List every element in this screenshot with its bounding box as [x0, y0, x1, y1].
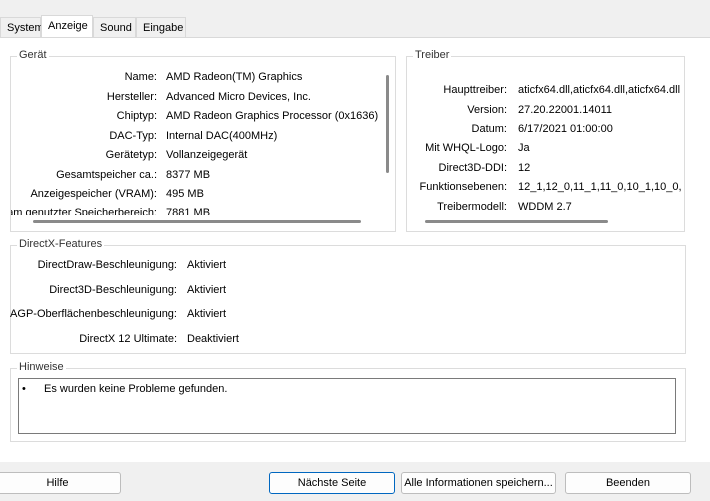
- notes-textbox[interactable]: • Es wurden keine Probleme gefunden.: [18, 378, 676, 434]
- driver-value: WDDM 2.7: [518, 201, 572, 213]
- device-row: Gesamtspeicher ca.: 8377 MB: [11, 166, 383, 184]
- directx-value: Aktiviert: [187, 308, 227, 320]
- device-label: Name:: [124, 71, 157, 83]
- driver-horizontal-scrollbar[interactable]: [425, 220, 608, 223]
- directx-value: Deaktiviert: [187, 333, 239, 345]
- device-value: 7881 MB: [166, 207, 211, 215]
- notes-item-text: Es wurden keine Probleme gefunden.: [44, 383, 228, 395]
- driver-label: Version:: [467, 104, 507, 116]
- device-label: DAC-Typ:: [109, 130, 157, 142]
- directx-value: Aktiviert: [187, 259, 227, 271]
- driver-label: Haupttreiber:: [443, 84, 507, 96]
- driver-list: Haupttreiber: aticfx64.dll,aticfx64.dll,…: [407, 63, 686, 221]
- device-value: Internal DAC(400MHz): [166, 130, 278, 142]
- device-label: Gemeinsam genutzter Speicherbereich:: [11, 207, 157, 215]
- device-value: 8377 MB: [166, 169, 211, 181]
- directx-label: DirectDraw-Beschleunigung:: [37, 259, 177, 271]
- directx-row: Direct3D-Beschleunigung: Aktiviert: [11, 281, 687, 299]
- device-row: Gerätetyp: Vollanzeigegerät: [11, 146, 383, 164]
- driver-value: 12: [518, 162, 531, 174]
- device-row: Gemeinsam genutzter Speicherbereich: 788…: [11, 204, 383, 215]
- device-label: Gerätetyp:: [105, 149, 157, 161]
- directx-features-group: DirectX-Features DirectDraw-Beschleunigu…: [10, 238, 687, 354]
- driver-value: 6/17/2021 01:00:00: [518, 123, 613, 135]
- exit-button[interactable]: Beenden: [565, 472, 691, 494]
- device-row: Chiptyp: AMD Radeon Graphics Processor (…: [11, 107, 383, 125]
- device-list: Name: AMD Radeon(TM) Graphics Hersteller…: [11, 63, 383, 215]
- device-row: DAC-Typ: Internal DAC(400MHz): [11, 127, 383, 145]
- device-horizontal-scrollbar[interactable]: [33, 220, 361, 223]
- help-button[interactable]: Hilfe: [0, 472, 121, 494]
- driver-row: Funktionsebenen: 12_1,12_0,11_1,11_0,10_…: [407, 178, 686, 196]
- driver-label: Treibermodell:: [437, 201, 507, 213]
- directx-value: Aktiviert: [187, 284, 227, 296]
- directx-label: AGP-Oberflächenbeschleunigung:: [10, 308, 177, 320]
- save-all-info-button[interactable]: Alle Informationen speichern...: [401, 472, 556, 494]
- device-vertical-scrollbar[interactable]: [386, 75, 389, 173]
- driver-label: Funktionsebenen:: [419, 181, 507, 193]
- driver-label: Mit WHQL-Logo:: [425, 142, 507, 154]
- next-page-button[interactable]: Nächste Seite: [269, 472, 395, 494]
- driver-group: Treiber Haupttreiber: aticfx64.dll,aticf…: [406, 49, 686, 232]
- device-label: Anzeigespeicher (VRAM):: [30, 188, 157, 200]
- tab-sound[interactable]: Sound: [93, 17, 136, 37]
- driver-row: Direct3D-DDI: 12: [407, 159, 686, 177]
- driver-value: Ja: [518, 142, 530, 154]
- device-value: AMD Radeon(TM) Graphics: [166, 71, 303, 83]
- device-group-title: Gerät: [17, 49, 49, 61]
- tab-display[interactable]: Anzeige: [41, 15, 93, 37]
- device-label: Hersteller:: [106, 91, 157, 103]
- driver-value: aticfx64.dll,aticfx64.dll,aticfx64.dll: [518, 84, 681, 96]
- directx-row: DirectX 12 Ultimate: Deaktiviert: [11, 330, 687, 348]
- device-row: Anzeigespeicher (VRAM): 495 MB: [11, 185, 383, 203]
- driver-group-title: Treiber: [413, 49, 452, 61]
- directx-row: DirectDraw-Beschleunigung: Aktiviert: [11, 256, 687, 274]
- device-value: 495 MB: [166, 188, 204, 200]
- driver-row: Datum: 6/17/2021 01:00:00: [407, 120, 686, 138]
- device-label: Gesamtspeicher ca.:: [56, 169, 157, 181]
- device-value: Advanced Micro Devices, Inc.: [166, 91, 311, 103]
- device-value: Vollanzeigegerät: [166, 149, 248, 161]
- driver-row: Treibermodell: WDDM 2.7: [407, 198, 686, 216]
- device-group: Gerät Name: AMD Radeon(TM) Graphics Hers…: [10, 49, 396, 232]
- notes-title: Hinweise: [17, 361, 66, 373]
- tab-panel-display: Gerät Name: AMD Radeon(TM) Graphics Hers…: [0, 37, 710, 462]
- notes-item: • Es wurden keine Probleme gefunden.: [22, 381, 227, 397]
- driver-row: Haupttreiber: aticfx64.dll,aticfx64.dll,…: [407, 81, 686, 99]
- driver-row: Version: 27.20.22001.14011: [407, 101, 686, 119]
- device-value: AMD Radeon Graphics Processor (0x1636): [166, 110, 379, 122]
- tab-input[interactable]: Eingabe: [136, 17, 186, 37]
- directx-label: DirectX 12 Ultimate:: [79, 333, 177, 345]
- tab-system[interactable]: System: [0, 17, 44, 37]
- driver-row: Mit WHQL-Logo: Ja: [407, 139, 686, 157]
- driver-value: 27.20.22001.14011: [518, 104, 612, 116]
- driver-label: Datum:: [471, 123, 507, 135]
- directx-label: Direct3D-Beschleunigung:: [49, 284, 177, 296]
- device-label: Chiptyp:: [116, 110, 157, 122]
- bullet-icon: •: [22, 383, 26, 395]
- device-row: Hersteller: Advanced Micro Devices, Inc.: [11, 88, 383, 106]
- driver-value: 12_1,12_0,11_1,11_0,10_1,10_0,: [518, 181, 682, 193]
- directx-row: AGP-Oberflächenbeschleunigung: Aktiviert: [10, 305, 687, 323]
- directx-features-title: DirectX-Features: [17, 238, 105, 250]
- driver-label: Direct3D-DDI:: [438, 162, 507, 174]
- device-row: Name: AMD Radeon(TM) Graphics: [11, 68, 383, 86]
